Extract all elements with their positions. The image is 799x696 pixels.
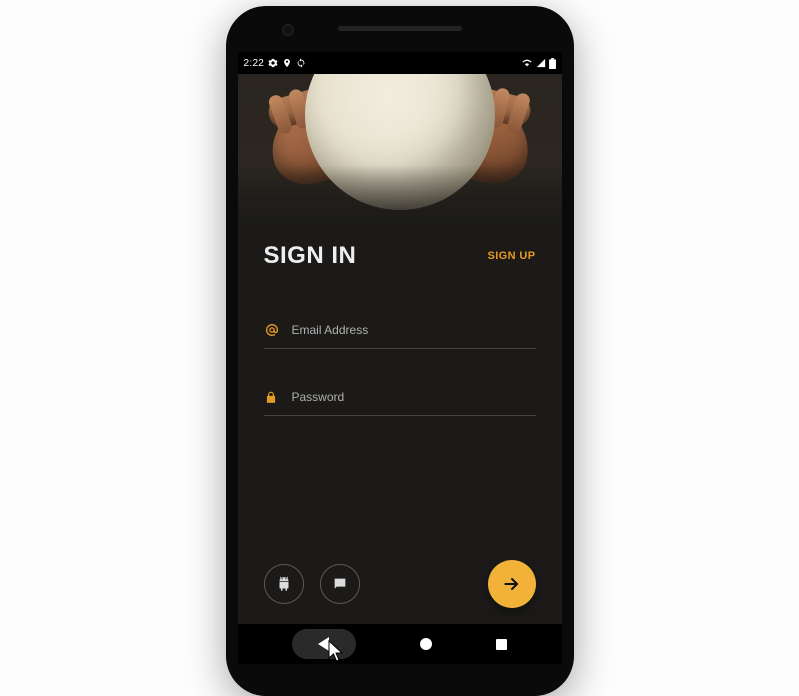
back-triangle-icon <box>318 637 329 651</box>
hero-image <box>238 74 562 234</box>
status-time: 2:22 <box>244 58 265 69</box>
email-field-row[interactable] <box>264 312 536 349</box>
android-login-button[interactable] <box>264 564 304 604</box>
chat-login-button[interactable] <box>320 564 360 604</box>
phone-camera <box>282 24 294 36</box>
nav-recents-button[interactable] <box>496 639 507 650</box>
page-title: SIGN IN <box>264 242 357 270</box>
phone-bezel-top <box>226 6 574 50</box>
lock-icon <box>264 389 280 405</box>
password-input[interactable] <box>292 390 534 404</box>
sync-icon <box>296 58 306 68</box>
email-input[interactable] <box>292 323 534 337</box>
signal-icon <box>536 58 546 68</box>
chat-icon <box>332 576 348 592</box>
nav-home-button[interactable] <box>420 638 432 650</box>
at-icon <box>264 322 280 338</box>
location-icon <box>282 58 292 68</box>
wifi-icon <box>521 58 533 68</box>
password-field-row[interactable] <box>264 379 536 416</box>
status-bar: 2:22 <box>238 52 562 74</box>
arrow-right-icon <box>502 574 522 594</box>
nav-back-button[interactable] <box>292 629 356 659</box>
android-navbar <box>238 624 562 664</box>
phone-speaker <box>338 26 462 31</box>
phone-mockup: 2:22 <box>226 6 574 696</box>
signin-panel: SIGN IN SIGN UP <box>238 234 562 624</box>
settings-icon <box>268 58 278 68</box>
signup-link[interactable]: SIGN UP <box>487 250 535 262</box>
submit-fab[interactable] <box>488 560 536 608</box>
screen: 2:22 <box>238 52 562 664</box>
battery-icon <box>549 58 556 69</box>
android-icon <box>275 575 293 593</box>
